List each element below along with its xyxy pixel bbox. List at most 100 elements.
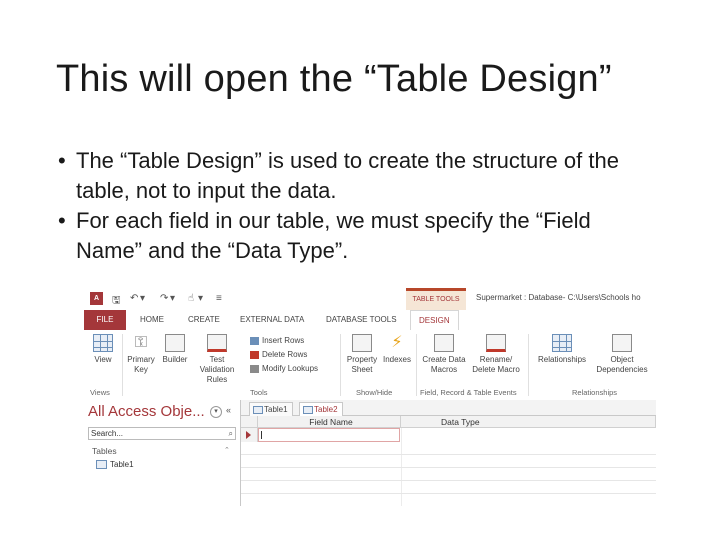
table-row[interactable] xyxy=(241,481,656,494)
navigation-pane: All Access Obje... ▾ « Search... ⌕ Table… xyxy=(84,400,241,506)
delete-rows-label: Delete Rows xyxy=(262,350,308,359)
redo-icon[interactable]: ↷ xyxy=(160,293,168,304)
tab-external-data[interactable]: EXTERNAL DATA xyxy=(240,310,304,330)
relationships-button[interactable]: Relationships xyxy=(532,334,592,365)
window-title: Supermarket : Database- C:\Users\Schools… xyxy=(476,293,641,302)
relationships-icon xyxy=(552,334,572,352)
builder-label: Builder xyxy=(162,355,188,364)
group-label-events: Field, Record & Table Events xyxy=(420,388,517,397)
save-icon[interactable]: 🖫 xyxy=(112,293,121,310)
nav-item-label: Table1 xyxy=(110,460,134,469)
indexes-label: Indexes xyxy=(382,355,412,364)
nav-section-tables[interactable]: Tables xyxy=(92,446,117,456)
insert-rows-button[interactable]: Insert Rows xyxy=(250,336,304,345)
ribbon-tabs: FILE HOME CREATE EXTERNAL DATA DATABASE … xyxy=(84,310,656,332)
view-icon xyxy=(93,334,113,352)
tab-file[interactable]: FILE xyxy=(84,310,126,330)
group-separator xyxy=(528,334,529,396)
field-name-cell-active[interactable] xyxy=(258,428,400,442)
slide-title: This will open the “Table Design” xyxy=(56,58,612,100)
modify-lookups-label: Modify Lookups xyxy=(262,364,319,373)
delete-rows-button[interactable]: Delete Rows xyxy=(250,350,307,359)
delete-rows-icon xyxy=(250,350,259,359)
table-tools-context-header: TABLE TOOLS xyxy=(406,288,466,310)
test-validation-label: Test Validation Rules xyxy=(199,355,235,384)
data-macros-icon xyxy=(434,334,454,352)
bullet-item: For each field in our table, we must spe… xyxy=(58,206,658,266)
table-row[interactable] xyxy=(241,455,656,468)
builder-icon xyxy=(165,334,185,352)
group-label-relationships: Relationships xyxy=(572,388,618,397)
property-sheet-label: Property Sheet xyxy=(346,355,378,374)
group-separator xyxy=(416,334,417,396)
section-collapse-icon[interactable]: ⌃ xyxy=(224,446,230,454)
group-separator xyxy=(340,334,341,396)
key-icon: ⚿ xyxy=(134,334,148,351)
indexes-button[interactable]: ⚡ Indexes xyxy=(382,334,412,365)
modify-lookups-icon xyxy=(250,364,259,373)
table-icon xyxy=(253,406,263,414)
object-dependencies-button[interactable]: Object Dependencies xyxy=(592,334,652,375)
nav-pane-dropdown-icon[interactable]: ▾ xyxy=(210,406,222,418)
document-area: Table1 Table2 Field Name Data Type xyxy=(241,400,656,506)
rename-macro-icon xyxy=(486,334,506,352)
table-row[interactable] xyxy=(241,494,656,506)
row-selector-arrow-icon[interactable] xyxy=(241,428,258,442)
touch-dropdown-icon[interactable]: ▾ xyxy=(198,293,203,304)
table-row[interactable] xyxy=(241,442,656,455)
builder-button[interactable]: Builder xyxy=(160,334,190,365)
indexes-icon: ⚡ xyxy=(391,334,403,351)
quick-access-toolbar: A 🖫 ↶ ▾ ↷ ▾ ☝ ▾ ≡ TABLE TOOLS Supermarke… xyxy=(84,288,656,310)
validation-icon xyxy=(207,334,227,352)
insert-rows-label: Insert Rows xyxy=(262,336,305,345)
redo-dropdown-icon[interactable]: ▾ xyxy=(170,293,175,304)
view-label: View xyxy=(94,355,112,364)
tab-create[interactable]: CREATE xyxy=(188,310,220,330)
undo-dropdown-icon[interactable]: ▾ xyxy=(140,293,145,304)
relationships-label: Relationships xyxy=(537,355,587,364)
object-dependencies-label: Object Dependencies xyxy=(596,355,648,374)
rename-delete-macro-button[interactable]: Rename/ Delete Macro xyxy=(470,334,522,375)
nav-search-input[interactable]: Search... ⌕ xyxy=(88,427,236,440)
tab-database-tools[interactable]: DATABASE TOOLS xyxy=(326,310,397,330)
property-sheet-icon xyxy=(352,334,372,352)
group-label-show-hide: Show/Hide xyxy=(356,388,393,397)
table-row[interactable] xyxy=(241,468,656,481)
primary-key-button[interactable]: ⚿ Primary Key xyxy=(124,334,158,375)
column-header-field-name: Field Name xyxy=(258,416,401,428)
access-logo-icon: A xyxy=(90,292,103,305)
doc-tab-table1[interactable]: Table1 xyxy=(249,402,293,416)
search-icon[interactable]: ⌕ xyxy=(229,428,233,439)
property-sheet-button[interactable]: Property Sheet xyxy=(344,334,380,375)
nav-pane-collapse-icon[interactable]: « xyxy=(226,405,231,415)
document-tabs: Table1 Table2 xyxy=(241,400,656,416)
rename-delete-macro-label: Rename/ Delete Macro xyxy=(472,355,520,374)
customize-qat-icon[interactable]: ≡ xyxy=(216,293,222,304)
create-data-macros-button[interactable]: Create Data Macros xyxy=(420,334,468,375)
doc-tab-table2[interactable]: Table2 xyxy=(299,402,343,416)
create-data-macros-label: Create Data Macros xyxy=(422,355,466,374)
nav-pane-header[interactable]: All Access Obje... xyxy=(88,403,205,420)
view-button[interactable]: View xyxy=(88,334,118,365)
undo-icon[interactable]: ↶ xyxy=(130,293,138,304)
group-label-tools: Tools xyxy=(250,388,268,397)
modify-lookups-button[interactable]: Modify Lookups xyxy=(250,364,318,373)
nav-search-value: Search... xyxy=(91,429,124,438)
tab-design[interactable]: DESIGN xyxy=(410,310,459,332)
bullet-item: The “Table Design” is used to create the… xyxy=(58,146,658,206)
object-dependencies-icon xyxy=(612,334,632,352)
touch-mode-icon[interactable]: ☝ xyxy=(188,293,194,304)
access-screenshot: A 🖫 ↶ ▾ ↷ ▾ ☝ ▾ ≡ TABLE TOOLS Supermarke… xyxy=(84,288,656,506)
table-icon xyxy=(303,406,313,414)
row-selector-header xyxy=(241,416,258,428)
doc-tab-label: Table2 xyxy=(314,405,338,414)
column-header-data-type: Data Type xyxy=(401,416,656,428)
nav-item-table1[interactable]: Table1 xyxy=(96,460,134,470)
doc-tab-label: Table1 xyxy=(264,405,288,414)
test-validation-rules-button[interactable]: Test Validation Rules xyxy=(192,334,242,385)
group-separator xyxy=(122,334,123,396)
primary-key-label: Primary Key xyxy=(127,355,155,374)
tab-home[interactable]: HOME xyxy=(140,310,164,330)
table-icon xyxy=(96,460,107,470)
insert-rows-icon xyxy=(250,336,259,345)
